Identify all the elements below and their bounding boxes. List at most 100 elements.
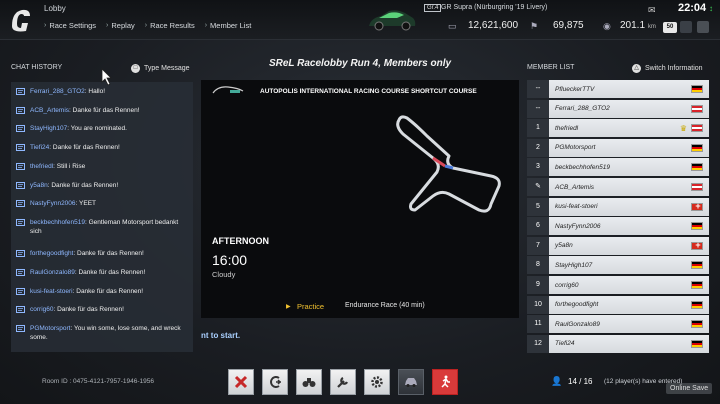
member-list-header: MEMBER LIST <box>527 64 575 71</box>
member-rank: 12 <box>527 334 549 353</box>
credits-value: 12,621,600 <box>468 20 519 31</box>
points-value: 69,875 <box>553 20 584 31</box>
weather: Cloudy <box>212 270 236 279</box>
race-time: 16:00 <box>212 252 248 268</box>
signal-icon: ↕ <box>709 4 713 13</box>
member-rank: 7 <box>527 236 549 255</box>
button-prompt-icon: □ <box>131 64 140 73</box>
profile-icon[interactable] <box>697 21 709 33</box>
type-message-button[interactable]: □ Type Message <box>131 64 190 73</box>
member-name: kusi-feat-stoeri <box>555 203 598 211</box>
flag-de-icon <box>691 261 703 270</box>
member-row[interactable]: 3 beckbechhofen519 <box>527 158 709 177</box>
exit-runner-icon <box>441 375 450 388</box>
member-row[interactable]: 9 corrig60 <box>527 276 709 294</box>
member-row[interactable]: 7 y5a8n <box>527 236 709 255</box>
next-session: Endurance Race (40 min) <box>345 302 425 309</box>
race-settings-menu-item[interactable]: › Race Settings <box>44 21 96 30</box>
chat-text: YEET <box>79 200 97 207</box>
member-row[interactable]: -- Ferrari_288_GTO2 <box>527 99 709 118</box>
chat-bubble-icon <box>16 306 25 313</box>
chat-message: kusi-feat-stoeri: Danke für das Rennen! <box>11 287 193 296</box>
chat-message: corrig60: Danke für das Rennen! <box>11 305 193 314</box>
chat-bubble-icon <box>16 219 25 226</box>
member-name: forthegoodfight <box>555 301 599 309</box>
mail-icon[interactable]: ✉ <box>648 5 656 16</box>
chat-bubble-icon <box>16 200 25 207</box>
settings-button[interactable] <box>364 369 390 395</box>
replay-menu-item[interactable]: › Replay <box>106 21 135 30</box>
member-name: thefriedl <box>555 124 579 132</box>
member-row[interactable]: 5 kusi-feat-stoeri <box>527 197 709 216</box>
track-info-panel: AUTOPOLIS INTERNATIONAL RACING COURSE SH… <box>201 80 519 318</box>
track-map-icon <box>396 115 501 213</box>
online-save-indicator: Online Save <box>666 383 713 394</box>
switch-information-button[interactable]: △ Switch Information <box>632 64 703 73</box>
chat-bubble-icon <box>16 250 25 257</box>
chat-sender: forthegoodfight <box>30 250 74 257</box>
cursor-icon <box>101 68 112 86</box>
chat-history-panel[interactable]: Ferrari_288_GTO2: Hallo! ACB_Artemis: Dan… <box>11 82 193 352</box>
chevron-right-icon: › <box>144 22 148 29</box>
clock: 22:04 <box>678 2 707 14</box>
chat-bubble-icon <box>16 163 25 170</box>
member-rank: 9 <box>527 276 549 294</box>
member-row[interactable]: 8 StayHigh107 <box>527 256 709 275</box>
member-rank: 8 <box>527 256 549 275</box>
member-list-menu-item[interactable]: › Member List <box>205 21 252 30</box>
close-lobby-button[interactable] <box>228 369 254 395</box>
chat-text: Danke für das Rennen! <box>76 288 144 295</box>
race-results-menu-item[interactable]: › Race Results <box>145 21 195 30</box>
chat-message: PGMotorsport: You win some, lose some, a… <box>11 324 193 342</box>
member-row[interactable]: 10 forthegoodfight <box>527 295 709 314</box>
avatar[interactable] <box>680 21 692 33</box>
track-logo-icon <box>212 86 244 94</box>
member-row[interactable]: 6 NastyFynn2006 <box>527 217 709 236</box>
chat-text: Danke für das Rennen! <box>78 269 146 276</box>
car-class-badge: Gr.4 <box>424 4 442 12</box>
member-rank: 3 <box>527 158 549 177</box>
flag-de-icon <box>691 339 703 348</box>
button-prompt-icon: △ <box>632 64 641 73</box>
member-row[interactable]: 2 PGMotorsport <box>527 138 709 157</box>
chat-sender: kusi-feat-stoeri <box>30 288 73 295</box>
member-row[interactable]: -- PflueckerTTV <box>527 80 709 98</box>
flag-de-icon <box>691 85 703 93</box>
flag-ch-icon <box>691 240 704 250</box>
tuning-button[interactable] <box>330 369 356 395</box>
exit-button[interactable] <box>432 369 458 395</box>
member-name: StayHigh107 <box>555 261 593 269</box>
close-icon <box>234 375 248 389</box>
chat-sender: RaulGonzalo89 <box>30 269 75 276</box>
play-arrow-icon: ▶ <box>286 304 291 310</box>
chat-message: RaulGonzalo89: Danke für das Rennen! <box>11 268 193 277</box>
chat-text: Danke für das Rennen! <box>52 144 120 151</box>
spectate-button[interactable] <box>296 369 322 395</box>
players-icon: 👤 <box>551 376 563 386</box>
return-button[interactable] <box>262 369 288 395</box>
member-row[interactable]: ✎ ACB_Artemis <box>527 178 709 196</box>
chat-sender: thefriedl <box>30 163 54 170</box>
member-row[interactable]: 12 Tiefi24 <box>527 334 709 353</box>
member-name: PflueckerTTV <box>555 85 595 93</box>
chat-text: Danke für das Rennen! <box>57 306 124 313</box>
member-row[interactable]: 1 thefriedl ♛ <box>527 119 709 138</box>
car-thumbnail-icon[interactable] <box>367 4 417 34</box>
players-count: 14 / 16 <box>568 377 593 386</box>
chat-sender: ACB_Artemis <box>30 107 70 114</box>
member-name: beckbechhofen519 <box>555 163 610 171</box>
gt-logo-icon <box>12 9 30 32</box>
chat-sender: NastyFynn2006 <box>30 200 76 207</box>
chat-bubble-icon <box>16 107 25 114</box>
distance-icon: ◉ <box>603 21 611 31</box>
return-icon <box>270 376 282 388</box>
start-hint: nt to start. <box>201 331 241 340</box>
crown-icon: ♛ <box>679 123 687 133</box>
garage-button[interactable] <box>398 369 424 395</box>
chat-message: forthegoodfight: Danke für das Rennen! <box>11 249 193 258</box>
chat-message: beckbechhofen519: Gentleman Motorsport b… <box>11 218 193 236</box>
current-session: Practice <box>297 302 325 311</box>
member-row[interactable]: 11 RaulGonzalo89 <box>527 315 709 334</box>
flag-de-icon <box>691 163 703 172</box>
flag-de-icon <box>691 300 703 309</box>
